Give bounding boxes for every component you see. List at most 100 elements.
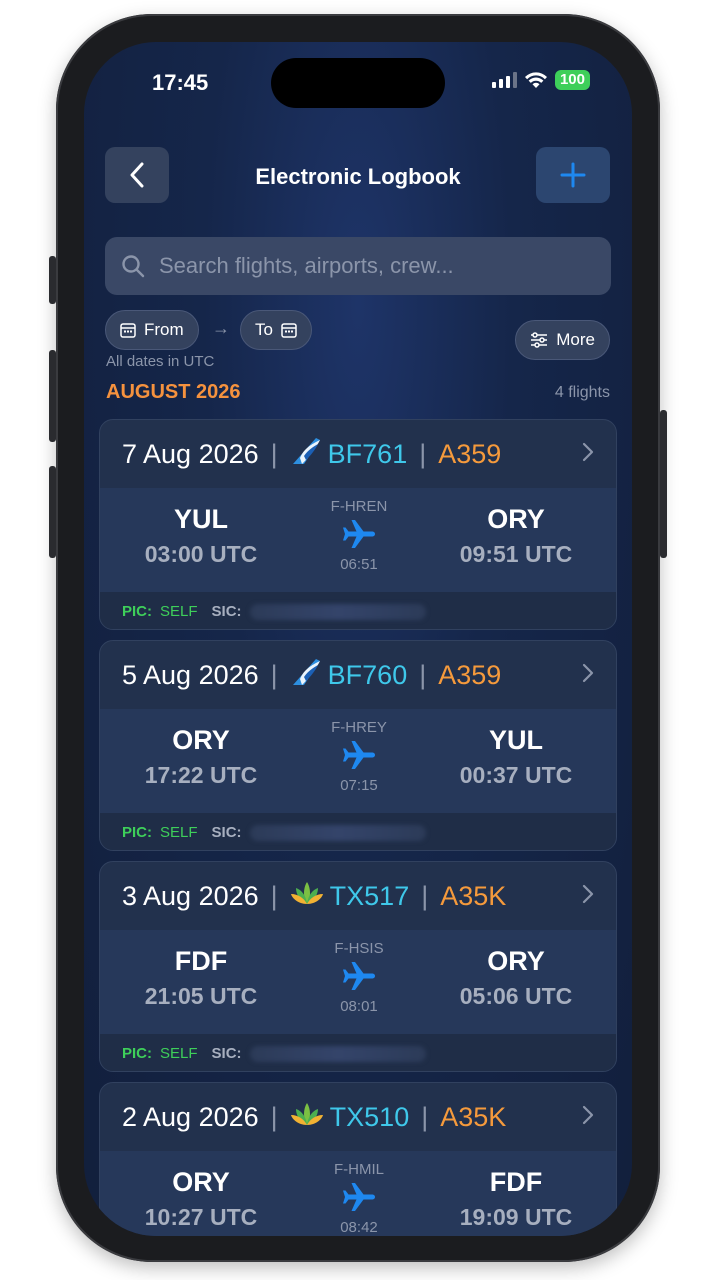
departure-time: 21:05 UTC <box>144 983 258 1009</box>
to-label: To <box>255 320 273 339</box>
more-label: More <box>556 330 595 349</box>
arrow-right-icon: → <box>212 318 230 338</box>
departure-time: 10:27 UTC <box>144 1204 258 1230</box>
sliders-icon <box>531 332 548 348</box>
calendar-icon <box>281 323 297 338</box>
chevron-right-icon <box>582 1105 594 1125</box>
more-filters-button[interactable]: More <box>515 320 610 360</box>
frenchbee-tail-icon <box>290 436 322 473</box>
crew-row: PIC: SELF SIC: <box>100 592 616 629</box>
arrival-airport: FDF <box>489 1167 543 1197</box>
flight-card[interactable]: 7 Aug 2026 | BF761 | A359 YUL 03:00 UTC … <box>99 419 617 630</box>
chevron-right-icon <box>582 884 594 904</box>
departure: FDF 21:05 UTC <box>101 946 301 1010</box>
sic-label: SIC: <box>211 824 242 841</box>
arrival-airport: YUL <box>489 725 543 755</box>
flight-date: 3 Aug 2026 <box>122 880 259 911</box>
aircraft-registration: F-HREY <box>331 719 387 736</box>
sic-label: SIC: <box>211 603 242 620</box>
search-bar[interactable] <box>105 237 611 295</box>
flight-date: 7 Aug 2026 <box>122 438 259 469</box>
pic-label: PIC: <box>122 1045 152 1062</box>
flight-meta: F-HMIL 08:42 <box>309 1161 409 1236</box>
status-time: 17:45 <box>152 70 209 95</box>
flight-meta: F-HREN 06:51 <box>309 498 409 573</box>
arrival: ORY 09:51 UTC <box>416 504 616 568</box>
power-button <box>660 410 667 558</box>
flight-duration: 08:42 <box>340 1219 378 1236</box>
flight-meta: F-HSIS 08:01 <box>309 940 409 1015</box>
pic-label: PIC: <box>122 603 152 620</box>
departure: ORY 10:27 UTC <box>101 1167 301 1231</box>
aircraft-type: A35K <box>440 880 507 911</box>
arrival-time: 19:09 UTC <box>459 1204 573 1230</box>
flight-route: ORY 10:27 UTC F-HMIL 08:42 FDF 19:09 UTC <box>100 1151 616 1236</box>
departure-time: 17:22 UTC <box>144 762 258 788</box>
departure: YUL 03:00 UTC <box>101 504 301 568</box>
month-header: AUGUST 2026 <box>106 381 241 403</box>
airplane-icon <box>343 741 375 769</box>
flight-count: 4 flights <box>554 384 610 401</box>
flight-card[interactable]: 5 Aug 2026 | BF760 | A359 ORY 17:22 UTC … <box>99 640 617 851</box>
to-date-chip[interactable]: To <box>240 310 312 350</box>
arrival-airport: ORY <box>487 504 545 534</box>
crew-row: PIC: SELF SIC: <box>100 1034 616 1071</box>
flight-card[interactable]: 2 Aug 2026 | TX510 | A35K ORY 10:27 UTC … <box>99 1082 617 1236</box>
arrival-airport: ORY <box>487 946 545 976</box>
plus-icon <box>560 162 586 188</box>
sic-redacted <box>249 1045 426 1062</box>
search-input[interactable] <box>159 253 579 279</box>
flight-card[interactable]: 3 Aug 2026 | TX517 | A35K FDF 21:05 UTC … <box>99 861 617 1072</box>
from-date-chip[interactable]: From <box>105 310 199 350</box>
cellular-signal-icon <box>491 72 517 88</box>
separator: | <box>270 438 278 469</box>
aircraft-type: A359 <box>438 659 502 690</box>
app-screen: 17:45 100 Electronic Logbook Search flig… <box>84 42 632 1236</box>
mute-switch <box>49 256 56 304</box>
aircraft-registration: F-HMIL <box>334 1161 384 1178</box>
arrival: ORY 05:06 UTC <box>416 946 616 1010</box>
flight-duration: 06:51 <box>340 556 378 573</box>
arrival: YUL 00:37 UTC <box>416 725 616 789</box>
flight-route: YUL 03:00 UTC F-HREN 06:51 ORY 09:51 UTC <box>100 488 616 592</box>
flight-card-header: 3 Aug 2026 | TX517 | A35K <box>100 862 616 930</box>
add-flight-button[interactable] <box>536 147 610 203</box>
separator: | <box>419 438 427 469</box>
volume-down-button <box>49 466 56 558</box>
flight-duration: 08:01 <box>340 998 378 1015</box>
flight-route: ORY 17:22 UTC F-HREY 07:15 YUL 00:37 UTC <box>100 709 616 813</box>
departure-airport: ORY <box>172 725 230 755</box>
separator: | <box>419 659 427 690</box>
flight-duration: 07:15 <box>340 777 378 794</box>
departure-airport: FDF <box>174 946 228 976</box>
airplane-icon <box>343 962 375 990</box>
flight-route: FDF 21:05 UTC F-HSIS 08:01 ORY 05:06 UTC <box>100 930 616 1034</box>
pic-label: PIC: <box>122 824 152 841</box>
chevron-right-icon <box>582 442 594 462</box>
from-label: From <box>144 320 184 339</box>
aircraft-type: A359 <box>438 438 502 469</box>
flight-card-header: 5 Aug 2026 | BF760 | A359 <box>100 641 616 709</box>
departure-airport: ORY <box>172 1167 230 1197</box>
dynamic-island <box>271 58 445 108</box>
arrival: FDF 19:09 UTC <box>416 1167 616 1231</box>
aircaraibes-lotus-icon <box>290 1101 324 1134</box>
crew-row: PIC: SELF SIC: <box>100 813 616 850</box>
flight-number: BF760 <box>327 659 408 690</box>
sic-redacted <box>249 603 426 620</box>
aircaraibes-lotus-icon <box>290 880 324 913</box>
aircraft-registration: F-HSIS <box>334 940 384 957</box>
departure: ORY 17:22 UTC <box>101 725 301 789</box>
status-icons: 100 <box>491 70 590 90</box>
separator: | <box>421 1101 429 1132</box>
flight-card-header: 2 Aug 2026 | TX510 | A35K <box>100 1083 616 1151</box>
flight-date: 5 Aug 2026 <box>122 659 259 690</box>
pic-value: SELF <box>160 1045 198 1062</box>
wifi-icon <box>524 71 547 88</box>
flight-date: 2 Aug 2026 <box>122 1101 259 1132</box>
chevron-right-icon <box>582 663 594 683</box>
separator: | <box>270 880 278 911</box>
flight-number: TX517 <box>329 880 410 911</box>
separator: | <box>270 659 278 690</box>
pic-value: SELF <box>160 824 198 841</box>
